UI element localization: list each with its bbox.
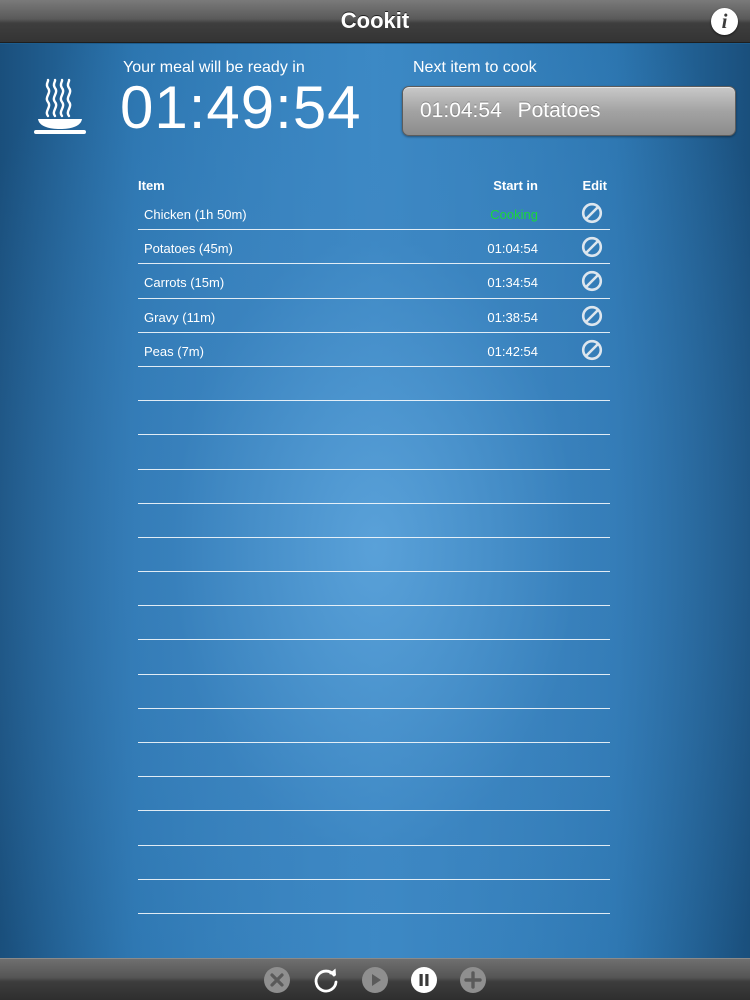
empty-table-row xyxy=(138,470,610,504)
empty-table-row xyxy=(138,367,610,402)
meal-ready-countdown: 01:49:54 xyxy=(120,74,362,141)
empty-table-row xyxy=(138,640,610,675)
empty-table-row xyxy=(138,880,610,914)
no-entry-circle-icon[interactable] xyxy=(581,339,603,361)
bottom-toolbar xyxy=(0,958,750,1000)
column-header-item: Item xyxy=(138,178,165,193)
next-item-time: 01:04:54 xyxy=(420,99,502,122)
empty-table-row xyxy=(138,504,610,538)
item-start-time: 01:38:54 xyxy=(487,309,538,325)
empty-table-row xyxy=(138,811,610,846)
no-entry-circle-icon[interactable] xyxy=(581,202,603,224)
add-icon[interactable] xyxy=(459,966,487,994)
empty-table-row xyxy=(138,401,610,436)
empty-table-row xyxy=(138,743,610,778)
item-name: Gravy (11m) xyxy=(144,309,216,325)
table-row[interactable]: Gravy (11m) 01:38:54 xyxy=(138,299,610,333)
item-name: Carrots (15m) xyxy=(144,275,225,291)
reset-icon[interactable] xyxy=(312,966,340,994)
table-row[interactable]: Peas (7m) 01:42:54 xyxy=(138,333,610,367)
pause-icon[interactable] xyxy=(410,966,438,994)
item-name: Chicken (1h 50m) xyxy=(144,207,247,222)
no-entry-circle-icon[interactable] xyxy=(581,270,603,292)
main-panel: Your meal will be ready in 01:49:54 Next… xyxy=(0,44,750,958)
no-entry-circle-icon[interactable] xyxy=(581,305,603,327)
item-start-status: Cooking xyxy=(490,207,538,222)
item-start-time: 01:04:54 xyxy=(487,241,538,257)
empty-table-row xyxy=(138,675,610,709)
table-row[interactable]: Potatoes (45m) 01:04:54 xyxy=(138,230,610,265)
empty-table-row xyxy=(138,709,610,743)
item-start-time: 01:42:54 xyxy=(487,343,538,359)
empty-rows xyxy=(138,367,610,914)
no-entry-circle-icon[interactable] xyxy=(581,236,603,258)
next-item-display: 01:04:54 Potatoes xyxy=(402,86,736,136)
next-item-label: Next item to cook xyxy=(413,59,537,76)
empty-table-row xyxy=(138,435,610,470)
stop-icon[interactable] xyxy=(263,966,291,994)
info-button[interactable]: i xyxy=(711,8,738,35)
column-header-edit: Edit xyxy=(582,178,607,193)
navigation-bar: Cookit i xyxy=(0,0,750,43)
item-name: Peas (7m) xyxy=(144,343,204,359)
table-row[interactable]: Carrots (15m) 01:34:54 xyxy=(138,264,610,299)
play-icon[interactable] xyxy=(361,966,389,994)
cooking-items-table: Item Start in Edit Chicken (1h 50m) Cook… xyxy=(138,175,610,914)
item-name: Potatoes (45m) xyxy=(144,241,233,257)
empty-table-row xyxy=(138,846,610,880)
item-start-time: 01:34:54 xyxy=(487,275,538,291)
column-header-start-in: Start in xyxy=(493,178,538,193)
table-row[interactable]: Chicken (1h 50m) Cooking xyxy=(138,196,610,231)
empty-table-row xyxy=(138,606,610,641)
next-item-name: Potatoes xyxy=(517,99,601,122)
steaming-plate-icon xyxy=(34,78,86,134)
empty-table-row xyxy=(138,538,610,573)
table-header: Item Start in Edit xyxy=(138,175,610,196)
empty-table-row xyxy=(138,777,610,812)
app-title: Cookit xyxy=(340,8,410,33)
empty-table-row xyxy=(138,572,610,607)
